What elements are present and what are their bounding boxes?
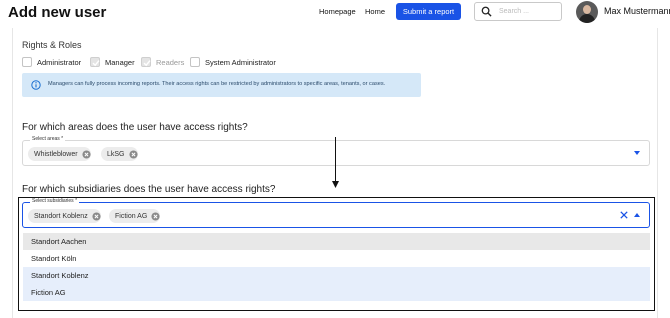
chevron-down-icon[interactable] (634, 151, 640, 156)
areas-select[interactable]: Select areas * Whistleblower LkSG (22, 136, 650, 166)
subsidiaries-question: For which subsidiaries does the user hav… (22, 184, 276, 195)
search-placeholder: Search ... (499, 8, 529, 15)
administrator-checkbox[interactable] (22, 57, 32, 67)
areas-field-label: Select areas * (30, 136, 66, 142)
chip-label: Fiction AG (115, 212, 148, 220)
subsidiaries-dropdown: Standort Aachen Standort Köln Standort K… (23, 233, 650, 301)
areas-question: For which areas does the user have acces… (22, 122, 248, 133)
option-standort-aachen[interactable]: Standort Aachen (23, 233, 650, 250)
chevron-up-icon[interactable] (634, 213, 640, 218)
chip-whistleblower: Whistleblower (28, 147, 91, 161)
manager-checkbox[interactable] (90, 57, 100, 67)
manager-info-alert: Managers can fully process incoming repo… (22, 73, 421, 97)
chip-label: LkSG (107, 150, 125, 158)
annotation-arrow-line (335, 137, 336, 182)
system-administrator-checkbox[interactable] (190, 57, 200, 67)
chip-lksg: LkSG (101, 147, 138, 161)
arrow-down-icon (332, 181, 339, 188)
search-icon (481, 6, 492, 17)
avatar[interactable] (576, 1, 598, 23)
subsidiaries-select[interactable]: Select subsidiaries * Standort Koblenz F… (22, 198, 650, 228)
top-bar: Add new user Homepage Home Submit a repo… (0, 0, 670, 26)
chip-remove-icon[interactable] (128, 149, 138, 159)
option-fiction-ag[interactable]: Fiction AG (23, 284, 650, 301)
chip-remove-icon[interactable] (92, 211, 101, 221)
subsidiaries-field-label: Select subsidiaries * (30, 198, 80, 204)
rights-roles-heading: Rights & Roles (22, 40, 82, 50)
chip-label: Whistleblower (34, 150, 78, 158)
chip-fiction-ag: Fiction AG (109, 209, 161, 223)
check-icon (92, 60, 100, 67)
manager-label: Manager (105, 58, 135, 67)
option-standort-koblenz[interactable]: Standort Koblenz (23, 267, 650, 284)
readers-label: Readers (156, 58, 185, 67)
readers-checkbox (141, 57, 151, 67)
clear-icon[interactable] (620, 211, 628, 219)
chip-label: Standort Koblenz (34, 212, 88, 220)
chip-remove-icon[interactable] (82, 149, 91, 159)
check-icon (143, 60, 151, 67)
submit-report-button[interactable]: Submit a report (396, 3, 461, 20)
chip-standort-koblenz: Standort Koblenz (28, 209, 101, 223)
info-icon (31, 80, 41, 90)
search-input[interactable]: Search ... (474, 2, 562, 21)
system-administrator-label: System Administrator (205, 58, 276, 67)
nav-homepage-link[interactable]: Homepage (319, 7, 356, 16)
page-title: Add new user (8, 4, 107, 21)
option-standort-koeln[interactable]: Standort Köln (23, 250, 650, 267)
chip-remove-icon[interactable] (151, 211, 160, 221)
nav-home-link[interactable]: Home (365, 7, 385, 16)
user-name[interactable]: Max Mustermann (604, 6, 670, 16)
info-text: Managers can fully process incoming repo… (48, 81, 386, 87)
administrator-label: Administrator (37, 58, 82, 67)
